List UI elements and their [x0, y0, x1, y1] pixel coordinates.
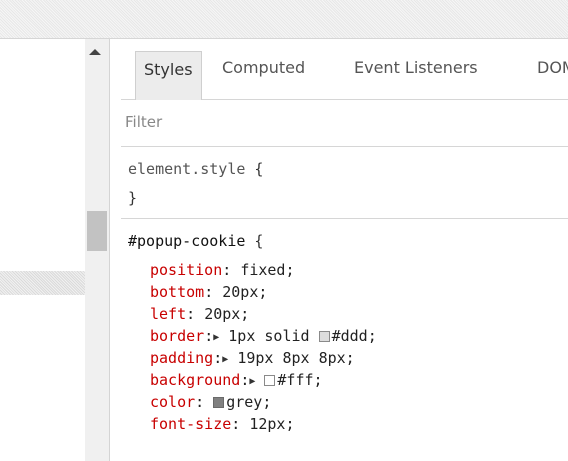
- property-value[interactable]: 20px;: [204, 305, 249, 323]
- declaration-row[interactable]: color: grey;: [150, 393, 271, 411]
- popup-cookie-selector-line: #popup-cookie {: [128, 232, 263, 250]
- declaration-row[interactable]: font-size: 12px;: [150, 415, 295, 433]
- property-name[interactable]: position: [150, 261, 222, 279]
- property-name[interactable]: left: [150, 305, 186, 323]
- property-name[interactable]: padding: [150, 349, 213, 367]
- expand-arrow-icon[interactable]: ▶: [213, 332, 219, 343]
- expand-arrow-icon[interactable]: ▶: [222, 354, 228, 365]
- element-style-selector-line: element.style {: [128, 160, 263, 178]
- scroll-up-arrow-icon[interactable]: [89, 49, 101, 55]
- property-value[interactable]: 12px;: [249, 415, 294, 433]
- popup-cookie-selector[interactable]: #popup-cookie: [128, 232, 245, 250]
- property-name[interactable]: border: [150, 327, 204, 345]
- property-value[interactable]: 1px solid: [228, 327, 309, 345]
- declaration-row[interactable]: position: fixed;: [150, 261, 295, 279]
- elements-scrollbar[interactable]: [85, 39, 110, 461]
- declaration-row[interactable]: bottom: 20px;: [150, 283, 267, 301]
- open-brace: {: [245, 232, 264, 250]
- close-brace: }: [128, 189, 138, 207]
- color-value[interactable]: #fff;: [277, 371, 322, 389]
- property-name[interactable]: background: [150, 371, 240, 389]
- elements-panel: [0, 39, 85, 461]
- property-value[interactable]: 19px 8px 8px;: [237, 349, 354, 367]
- tab-event-listeners[interactable]: Event Listeners: [354, 51, 478, 85]
- sidebar-tab-bar: Styles Computed Event Listeners DOM Brea…: [121, 39, 568, 100]
- declaration-row[interactable]: left: 20px;: [150, 305, 249, 323]
- color-swatch-icon[interactable]: [213, 397, 225, 408]
- color-value[interactable]: grey;: [226, 393, 271, 411]
- color-value[interactable]: #ddd;: [332, 327, 377, 345]
- declaration-row[interactable]: padding:▶ 19px 8px 8px;: [150, 349, 355, 367]
- selected-node-highlight[interactable]: [0, 271, 85, 295]
- element-style-rule: element.style { }: [121, 147, 568, 219]
- tab-computed[interactable]: Computed: [222, 51, 305, 85]
- property-name[interactable]: font-size: [150, 415, 231, 433]
- property-value[interactable]: fixed;: [240, 261, 294, 279]
- styles-pane: Styles Computed Event Listeners DOM Brea…: [121, 39, 568, 461]
- expand-arrow-icon[interactable]: ▶: [249, 376, 255, 387]
- property-name[interactable]: bottom: [150, 283, 204, 301]
- element-style-selector[interactable]: element.style: [128, 160, 245, 178]
- scroll-thumb[interactable]: [87, 211, 107, 251]
- filter-row: [121, 100, 568, 147]
- property-value[interactable]: 20px;: [222, 283, 267, 301]
- open-brace: {: [245, 160, 264, 178]
- filter-input[interactable]: [125, 109, 545, 135]
- declaration-row[interactable]: background:▶ #fff;: [150, 371, 323, 389]
- color-swatch-icon[interactable]: [264, 375, 276, 386]
- tab-dom-breakpoints[interactable]: DOM Breakpoints: [537, 51, 568, 85]
- property-name[interactable]: color: [150, 393, 195, 411]
- declaration-row[interactable]: border:▶ 1px solid #ddd;: [150, 327, 377, 345]
- color-swatch-icon[interactable]: [318, 331, 330, 342]
- popup-cookie-rule: #popup-cookie { position: fixed; bottom:…: [121, 219, 568, 461]
- devtools-top-bar: [0, 0, 568, 39]
- tab-styles[interactable]: Styles: [135, 51, 202, 100]
